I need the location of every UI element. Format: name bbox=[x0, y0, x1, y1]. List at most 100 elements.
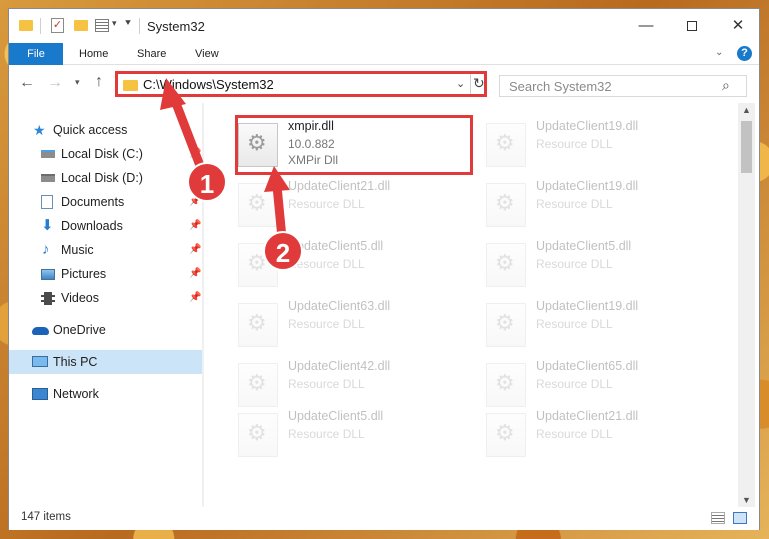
sidebar-item-quick-access[interactable]: ★ Quick access bbox=[9, 119, 202, 141]
vertical-scrollbar[interactable]: ▲ ▼ bbox=[738, 103, 755, 507]
sidebar-item-local-disk-c[interactable]: Local Disk (C:) 📌 bbox=[9, 143, 202, 165]
help-icon[interactable]: ? bbox=[737, 46, 752, 61]
sidebar-item-videos[interactable]: Videos 📌 bbox=[9, 287, 202, 309]
sidebar-item-label: Network bbox=[53, 387, 99, 401]
pin-icon[interactable]: 📌 bbox=[189, 215, 201, 237]
sidebar-item-local-disk-d[interactable]: Local Disk (D:) 📌 bbox=[9, 167, 202, 189]
dll-file-icon: ⚙ bbox=[486, 243, 526, 287]
gear-icon: ⚙ bbox=[247, 370, 267, 395]
address-bar[interactable]: C:\Windows\System32 ⌄ ↻ bbox=[115, 71, 487, 97]
dll-file-icon: ⚙ bbox=[486, 303, 526, 347]
address-divider bbox=[470, 74, 471, 94]
sidebar-item-music[interactable]: ♪ Music 📌 bbox=[9, 239, 202, 261]
sidebar-item-onedrive[interactable]: OneDrive bbox=[9, 319, 202, 341]
new-folder-icon[interactable] bbox=[74, 20, 88, 31]
dll-file-icon: ⚙ bbox=[238, 183, 278, 227]
computer-icon bbox=[32, 356, 48, 367]
scroll-down-icon[interactable]: ▼ bbox=[742, 495, 751, 505]
star-icon: ★ bbox=[33, 122, 46, 138]
pin-icon[interactable]: 📌 bbox=[189, 239, 201, 261]
title-bar: ✓ ▾ ⯆ System32 — ✕ bbox=[9, 9, 759, 43]
scrollbar-thumb[interactable] bbox=[741, 121, 752, 173]
pictures-icon bbox=[41, 269, 55, 280]
sidebar-item-label: Music bbox=[61, 243, 94, 257]
file-name: UpdateClient21.dll bbox=[536, 409, 639, 423]
cloud-icon bbox=[32, 327, 49, 335]
file-name: UpdateClient5.dll bbox=[536, 239, 632, 253]
gear-icon: ⚙ bbox=[495, 420, 515, 445]
gear-icon: ⚙ bbox=[247, 190, 267, 215]
dll-file-icon: ⚙ bbox=[486, 183, 526, 227]
status-bar: 147 items bbox=[9, 507, 759, 530]
expand-ribbon-icon[interactable]: ⌄ bbox=[715, 47, 723, 58]
sidebar-item-label: This PC bbox=[53, 355, 98, 369]
file-description: Resource DLL bbox=[536, 197, 613, 211]
properties-icon[interactable] bbox=[95, 19, 109, 32]
back-button[interactable]: ← bbox=[19, 74, 35, 92]
file-tile[interactable]: ⚙ UpdateClient19.dll Resource DLL bbox=[486, 297, 726, 353]
maximize-button[interactable] bbox=[669, 9, 715, 43]
pin-icon[interactable]: 📌 bbox=[189, 143, 201, 165]
window-title: System32 bbox=[147, 19, 205, 34]
file-version: 10.0.882 bbox=[288, 137, 335, 151]
large-icons-view-icon[interactable] bbox=[733, 512, 747, 524]
sidebar-item-label: Documents bbox=[61, 195, 125, 209]
details-view-icon[interactable] bbox=[711, 512, 725, 524]
customize-toolbar-icon[interactable]: ⯆ bbox=[124, 18, 132, 29]
search-box[interactable]: Search System32 ⌕ bbox=[499, 75, 747, 97]
file-tile[interactable]: ⚙ UpdateClient19.dll Resource DLL bbox=[486, 117, 726, 173]
maximize-icon bbox=[687, 21, 697, 32]
drive-icon bbox=[41, 150, 55, 158]
navigation-pane: ★ Quick access Local Disk (C:) 📌 Local D… bbox=[9, 103, 204, 507]
properties-check-icon[interactable]: ✓ bbox=[51, 18, 64, 33]
tab-share[interactable]: Share bbox=[127, 43, 176, 65]
chevron-down-icon[interactable]: ⌄ bbox=[456, 77, 465, 90]
file-tile[interactable]: ⚙ UpdateClient42.dll Resource DLL bbox=[238, 357, 478, 413]
recent-locations-icon[interactable]: ▾ bbox=[75, 77, 80, 88]
file-tile[interactable]: ⚙ UpdateClient65.dll Resource DLL bbox=[486, 357, 726, 413]
gear-icon: ⚙ bbox=[495, 370, 515, 395]
sidebar-item-label: Quick access bbox=[53, 123, 128, 137]
up-button[interactable]: ↑ bbox=[95, 73, 103, 91]
file-name: UpdateClient65.dll bbox=[536, 359, 639, 373]
sidebar-item-pictures[interactable]: Pictures 📌 bbox=[9, 263, 202, 285]
file-description: Resource DLL bbox=[536, 377, 613, 391]
sidebar-item-network[interactable]: Network bbox=[9, 383, 202, 405]
sidebar-item-this-pc[interactable]: This PC bbox=[9, 350, 202, 374]
file-description: XMPir Dll bbox=[288, 153, 338, 167]
gear-icon: ⚙ bbox=[495, 250, 515, 275]
minimize-button[interactable]: — bbox=[623, 9, 669, 43]
gear-icon: ⚙ bbox=[247, 310, 267, 335]
sidebar-item-documents[interactable]: Documents 📌 bbox=[9, 191, 202, 213]
documents-icon bbox=[41, 195, 53, 209]
file-tile[interactable]: ⚙ UpdateClient5.dll Resource DLL bbox=[238, 407, 478, 463]
music-icon: ♪ bbox=[42, 241, 50, 258]
file-tile[interactable]: ⚙ UpdateClient21.dll Resource DLL bbox=[486, 407, 726, 463]
file-tile[interactable]: ⚙ UpdateClient5.dll Resource DLL bbox=[486, 237, 726, 293]
forward-button[interactable]: → bbox=[47, 74, 63, 92]
gear-icon: ⚙ bbox=[495, 310, 515, 335]
close-button[interactable]: ✕ bbox=[715, 9, 761, 43]
dll-file-icon: ⚙ bbox=[486, 123, 526, 167]
tab-view[interactable]: View bbox=[185, 43, 229, 65]
scroll-up-icon[interactable]: ▲ bbox=[742, 105, 751, 115]
dll-file-icon: ⚙ bbox=[238, 413, 278, 457]
pin-icon[interactable]: 📌 bbox=[189, 263, 201, 285]
search-input[interactable]: Search System32 bbox=[509, 79, 612, 94]
folder-icon bbox=[123, 80, 138, 91]
file-explorer-window: ✓ ▾ ⯆ System32 — ✕ File Home Share View … bbox=[8, 8, 760, 530]
file-tile[interactable]: ⚙ UpdateClient19.dll Resource DLL bbox=[486, 177, 726, 233]
refresh-icon[interactable]: ↻ bbox=[473, 75, 485, 92]
tab-home[interactable]: Home bbox=[69, 43, 118, 65]
file-description: Resource DLL bbox=[288, 377, 365, 391]
sidebar-item-downloads[interactable]: ⬇ Downloads 📌 bbox=[9, 215, 202, 237]
pin-icon[interactable]: 📌 bbox=[189, 287, 201, 309]
toolbar-divider bbox=[40, 18, 41, 34]
file-tile[interactable]: ⚙ UpdateClient63.dll Resource DLL bbox=[238, 297, 478, 353]
tab-file[interactable]: File bbox=[9, 43, 63, 65]
file-tile[interactable]: ⚙ UpdateClient21.dll Resource DLL bbox=[238, 177, 478, 233]
file-tile-xmpir[interactable]: ⚙ xmpir.dll 10.0.882 XMPir Dll bbox=[238, 117, 478, 173]
search-icon[interactable]: ⌕ bbox=[722, 77, 730, 94]
chevron-down-icon[interactable]: ▾ bbox=[112, 18, 117, 29]
address-path[interactable]: C:\Windows\System32 bbox=[143, 77, 274, 92]
